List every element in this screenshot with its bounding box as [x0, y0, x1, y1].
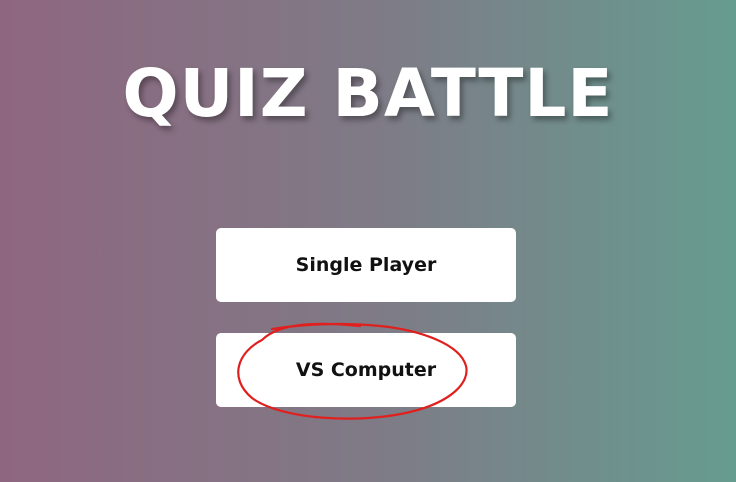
game-title: QUIZ BATTLE [122, 55, 614, 132]
single-player-label: Single Player [295, 254, 437, 276]
vs-computer-label: VS Computer [295, 359, 437, 381]
single-player-button[interactable]: Single Player [216, 228, 516, 302]
vs-computer-button[interactable]: VS Computer [216, 333, 516, 407]
